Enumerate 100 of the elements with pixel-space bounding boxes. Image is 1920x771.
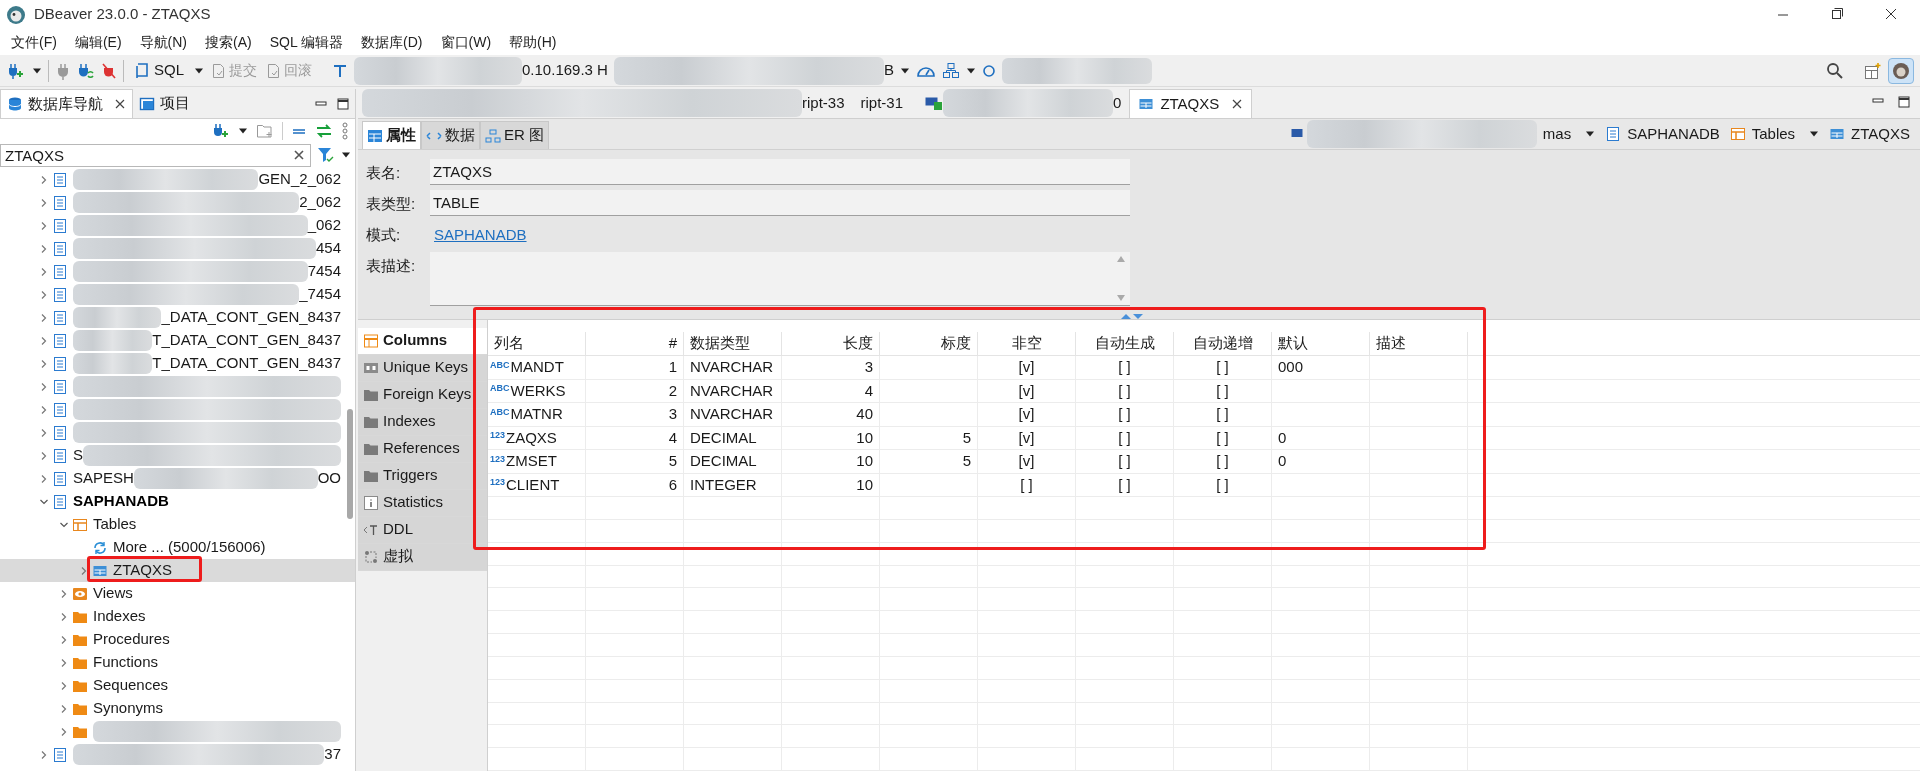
toolbar-icon[interactable] <box>332 62 348 79</box>
expand-icon[interactable] <box>39 749 49 760</box>
expand-icon[interactable] <box>59 611 69 622</box>
column-header[interactable]: 非空 <box>1011 332 1042 355</box>
column-header[interactable]: 自动递增 <box>1192 332 1253 355</box>
tree-item[interactable]: _062 <box>307 214 341 237</box>
filter-field[interactable]: ZTAQXS <box>0 143 311 167</box>
menu-item[interactable]: 导航(N) <box>130 31 196 53</box>
caret-icon[interactable] <box>965 66 976 75</box>
expand-icon[interactable] <box>59 634 69 645</box>
expand-icon[interactable] <box>79 565 89 576</box>
tree-item[interactable]: SAPESH <box>73 467 134 490</box>
menu-item[interactable]: SQL 编辑器 <box>260 31 353 53</box>
menu-item[interactable]: 帮助(H) <box>500 31 566 53</box>
scrollbar-thumb[interactable] <box>347 409 353 519</box>
tree-item[interactable]: OO <box>317 467 341 490</box>
caret-icon[interactable] <box>1585 130 1596 138</box>
caret-icon[interactable] <box>32 66 42 75</box>
column-header[interactable]: # <box>668 332 677 355</box>
column-header[interactable]: 数据类型 <box>690 332 750 355</box>
breadcrumb-item[interactable]: SAPHANADB <box>1627 122 1720 146</box>
filter-icon[interactable] <box>317 147 335 163</box>
scroll-up-icon[interactable] <box>1116 254 1126 263</box>
disconnect-icon[interactable] <box>101 61 117 80</box>
hierarchy-icon[interactable] <box>941 61 960 80</box>
description-field[interactable] <box>430 251 1130 306</box>
text-field[interactable]: TABLE <box>430 190 1130 216</box>
editor-tab[interactable]: ript-31 <box>852 89 912 118</box>
tree-item[interactable]: ZTAQXS <box>113 559 172 582</box>
new-connection-icon[interactable] <box>6 61 26 80</box>
plug-icon[interactable] <box>55 61 71 80</box>
link-editor-icon[interactable] <box>315 123 333 139</box>
menu-item[interactable]: 搜索(A) <box>196 31 261 53</box>
caret-icon[interactable] <box>899 66 910 75</box>
editor-tab[interactable]: ript-33 <box>794 89 853 118</box>
expand-icon[interactable] <box>39 358 49 369</box>
menu-item[interactable]: 数据库(D) <box>352 31 432 53</box>
tree-item[interactable]: Procedures <box>93 628 170 651</box>
expand-icon[interactable] <box>39 450 49 461</box>
expand-icon[interactable] <box>59 726 69 737</box>
column-header[interactable]: 描述 <box>1376 332 1406 355</box>
side-tab[interactable]: Columns <box>358 327 487 355</box>
column-header[interactable]: 标度 <box>941 332 971 355</box>
side-tab[interactable]: DDL <box>358 516 487 544</box>
tree-item[interactable]: 37 <box>324 743 341 766</box>
tree-item[interactable]: Views <box>93 582 133 605</box>
caret-icon[interactable] <box>341 151 351 159</box>
schema-link[interactable]: SAPHANADB <box>430 221 527 247</box>
tree-row[interactable]: ZTAQXS <box>0 559 355 582</box>
breadcrumb-item[interactable]: mas <box>1542 122 1572 146</box>
column-header[interactable]: 列名 <box>494 332 524 355</box>
reconnect-icon[interactable] <box>77 61 95 80</box>
maximize-icon[interactable] <box>1898 96 1910 108</box>
tree-item[interactable]: _7454 <box>299 283 341 306</box>
column-header[interactable]: 长度 <box>843 332 873 355</box>
menu-item[interactable]: 窗口(W) <box>431 31 501 53</box>
tree-item[interactable]: Tables <box>93 513 137 536</box>
panel-tab[interactable]: 数据库导航 <box>0 89 133 118</box>
expand-icon[interactable] <box>39 174 49 185</box>
minimize-icon[interactable] <box>315 99 327 109</box>
expand-icon[interactable] <box>39 427 49 438</box>
expand-icon[interactable] <box>59 588 69 599</box>
tree-item[interactable]: Indexes <box>93 605 146 628</box>
close-icon[interactable] <box>114 98 126 110</box>
sql-editor-button[interactable]: SQL <box>130 58 188 83</box>
tree-item[interactable]: Functions <box>93 651 159 674</box>
caret-icon[interactable] <box>238 127 248 135</box>
tree-item[interactable]: Synonyms <box>93 697 164 720</box>
scroll-down-icon[interactable] <box>1116 293 1126 302</box>
side-tab[interactable]: Unique Keys <box>358 354 487 382</box>
editor-tab[interactable]: 0 <box>1105 89 1130 118</box>
caret-icon[interactable] <box>1809 130 1820 138</box>
expand-icon[interactable] <box>39 335 49 346</box>
expand-icon[interactable] <box>39 197 49 208</box>
side-tab[interactable]: References <box>358 435 487 463</box>
tree-item[interactable]: SAPHANADB <box>73 490 169 513</box>
tree-item[interactable]: Sequences <box>93 674 169 697</box>
close-icon[interactable] <box>1231 98 1244 110</box>
expand-icon[interactable] <box>39 243 49 254</box>
editor-subtab[interactable]: 属性 <box>362 121 421 149</box>
column-header[interactable]: 默认 <box>1278 332 1308 355</box>
tree-item[interactable]: 454 <box>315 237 341 260</box>
toolbar-icon[interactable] <box>981 63 996 78</box>
expand-icon[interactable] <box>39 404 49 415</box>
side-tab[interactable]: Statistics <box>358 489 487 517</box>
side-tab[interactable]: Foreign Keys <box>358 381 487 409</box>
caret-icon[interactable] <box>194 66 204 75</box>
menu-item[interactable]: 编辑(E) <box>65 31 131 53</box>
tree-item[interactable]: 2_062 <box>299 191 341 214</box>
editor-subtab[interactable]: ER 图 <box>480 121 549 149</box>
clear-icon[interactable] <box>293 148 305 161</box>
breadcrumb-item[interactable]: Tables <box>1751 122 1796 146</box>
menu-item[interactable]: 文件(F) <box>2 31 66 53</box>
tree-item[interactable]: 7454 <box>307 260 341 283</box>
text-field[interactable]: ZTAQXS <box>430 159 1130 185</box>
search-icon[interactable] <box>1826 61 1844 80</box>
expand-icon[interactable] <box>39 289 49 300</box>
maximize-icon[interactable] <box>337 98 349 110</box>
expand-icon[interactable] <box>39 266 49 277</box>
new-connection-icon[interactable] <box>212 123 230 139</box>
